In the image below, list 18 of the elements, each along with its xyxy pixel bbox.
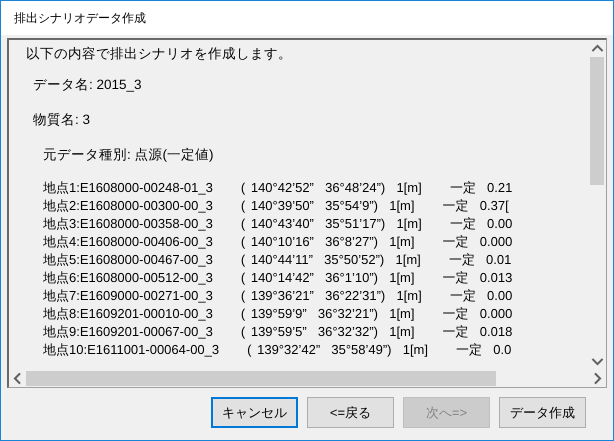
point-line: 地点9:E1609201-00067-00_3 ( 139°59’5” 36°32’32”) 1[m] 一定 0.018 [43, 323, 514, 341]
data-name-text: データ名: 2015_3 [33, 76, 143, 94]
point-line: 地点10:E1611001-00064-00_3 ( 139°32’42” 35°58’49”) 1[m] 一定 0.0 [43, 341, 512, 359]
dialog-button[interactable]: データ作成 [499, 397, 586, 428]
point-line: 地点6:E1608000-00512-00_3 ( 140°14’42” 36°1’10”) 1[m] 一定 0.013 [43, 269, 514, 287]
window-title: 排出シナリオデータ作成 [14, 10, 146, 26]
source-type-text: 元データ種別: 点源(一定値) [43, 146, 214, 164]
point-line: 地点3:E1608000-00358-00_3 ( 140°43’40” 35°51’17”) 1[m] 一定 0.00 [43, 215, 514, 233]
substance-name-text: 物質名: 3 [33, 111, 92, 129]
point-line: 地点1:E1608000-00248-01_3 ( 140°42’52” 36°48’24”) 1[m] 一定 0.21 [43, 179, 514, 197]
point-line: 地点2:E1608000-00300-00_3 ( 140°39’50” 35°54’9”) 1[m] 一定 0.37[ [43, 197, 510, 215]
intro-text: 以下の内容で排出シナリオを作成します。 [26, 45, 293, 63]
point-line: 地点8:E1609201-00010-00_3 ( 139°59’9” 36°32’21”) 1[m] 一定 0.000 [43, 305, 514, 323]
point-line: 地点5:E1608000-00467-00_3 ( 140°44’11” 35°50’52”) 1[m] 一定 0.01 [43, 251, 512, 269]
point-line: 地点4:E1608000-00406-00_3 ( 140°10’16” 36°8’27”) 1[m] 一定 0.000 [43, 233, 514, 251]
dialog-button[interactable]: キャンセル [211, 397, 298, 428]
point-line: 地点7:E1609000-00271-00_3 ( 139°36’21” 36°22’31”) 1[m] 一定 0.00 [43, 287, 514, 305]
dialog-button[interactable]: <=戻る [307, 397, 394, 428]
